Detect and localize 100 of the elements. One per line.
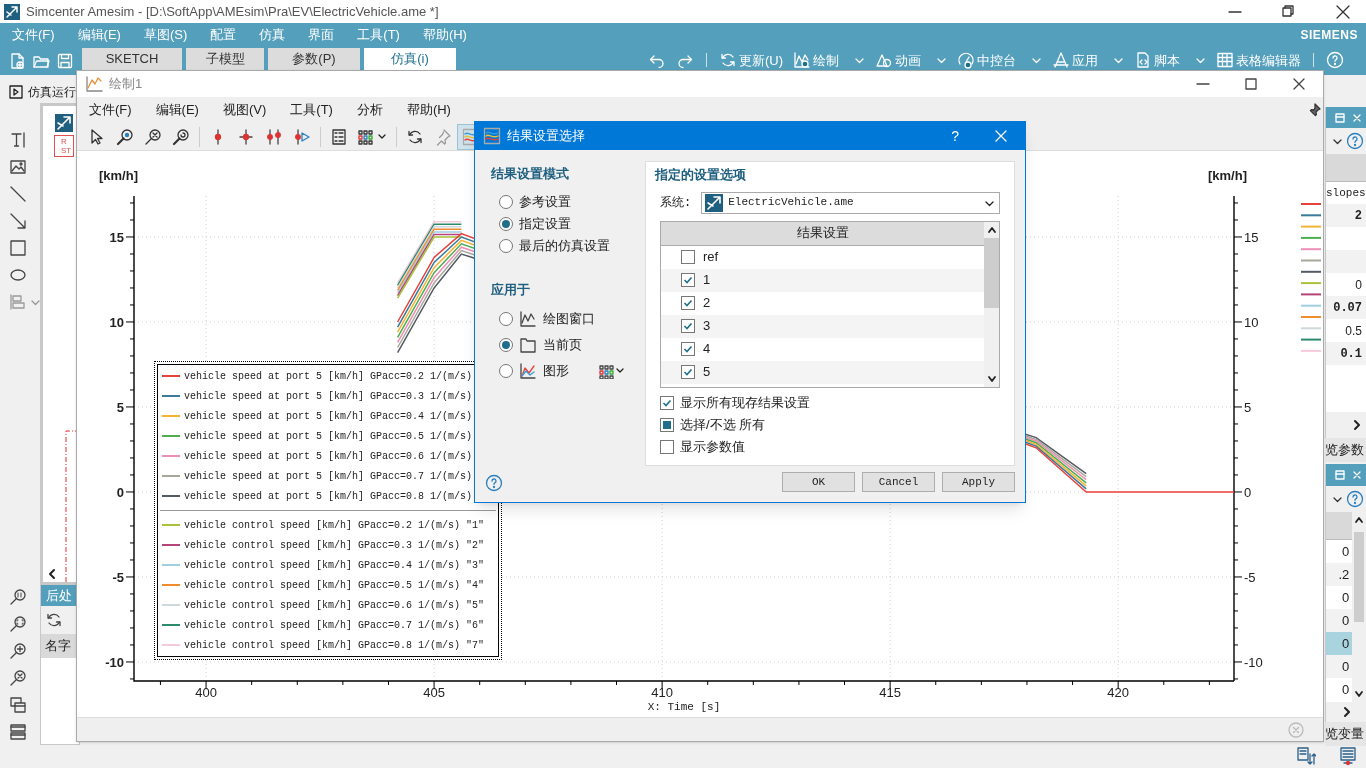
radio-button[interactable] — [499, 216, 513, 231]
grid-icon[interactable] — [599, 362, 615, 379]
menu-item[interactable]: 分析 — [356, 100, 383, 120]
list-item-label[interactable]: 1 — [703, 270, 711, 290]
radio-label[interactable]: 指定设置 — [519, 213, 571, 234]
save-icon[interactable] — [56, 52, 74, 70]
scroll-right-icon[interactable] — [1342, 706, 1352, 718]
dock-icon[interactable] — [1334, 469, 1346, 481]
list-icon[interactable] — [1338, 746, 1358, 766]
panel-tab[interactable]: 览参数 — [1325, 438, 1366, 462]
radio-label[interactable]: 绘图窗口 — [543, 308, 595, 329]
radio-button[interactable] — [499, 363, 513, 378]
radio-button[interactable] — [499, 311, 513, 326]
check-icon — [683, 321, 693, 331]
checkbox[interactable] — [660, 395, 674, 410]
checkbox-label[interactable]: 选择/不选 所有 — [680, 414, 766, 435]
checkbox[interactable] — [681, 365, 695, 379]
ellipse-tool-icon[interactable] — [9, 266, 27, 284]
dock-icon[interactable] — [1334, 111, 1346, 124]
table-cell-text: 0.1 — [1340, 345, 1362, 363]
scroll-right-icon[interactable] — [1352, 419, 1362, 431]
checkbox[interactable] — [681, 250, 695, 264]
zoom-in-icon[interactable] — [9, 642, 27, 660]
menu-item[interactable]: 视图(V) — [222, 100, 267, 120]
windows-icon[interactable] — [9, 696, 27, 714]
compass-icon — [1052, 51, 1071, 70]
menu-item[interactable]: 编辑(E) — [155, 100, 199, 120]
zoom-close-icon[interactable] — [9, 669, 27, 687]
help-icon[interactable] — [485, 474, 503, 492]
ribbon-tab[interactable]: 参数(P) — [268, 48, 360, 70]
radio-label[interactable]: 最后的仿真设置 — [519, 235, 610, 256]
list-item-label[interactable]: ref — [703, 247, 719, 267]
radio-label[interactable]: 当前页 — [543, 334, 582, 355]
legend-label: vehicle control speed [km/h] GPacc=0.4 1/(m/s) "3" — [184, 558, 485, 573]
menu-item[interactable]: 文件(F) — [89, 100, 132, 120]
help-icon[interactable] — [1346, 490, 1364, 508]
scrollbar[interactable] — [984, 221, 999, 387]
help-button[interactable]: ? — [951, 125, 959, 147]
radio-label[interactable]: 图形 — [543, 360, 569, 381]
new-file-icon[interactable] — [8, 52, 26, 70]
chart-icon — [793, 51, 812, 70]
play-icon[interactable] — [8, 84, 24, 100]
ribbon-tab[interactable]: 仿真(i) — [364, 48, 456, 70]
arrow-tool-icon[interactable] — [9, 212, 27, 230]
window-title: Simcenter Amesim - [D:\SoftApp\AMEsim\Pra\EV\ElectricVehicle.ame *] — [26, 2, 439, 21]
panel-label[interactable]: 仿真运行 — [28, 83, 76, 101]
component-block[interactable]: R ST — [54, 135, 74, 157]
list-item-label[interactable]: 2 — [703, 293, 711, 313]
list-item-label[interactable]: 5 — [703, 362, 711, 382]
radio-button[interactable] — [499, 238, 513, 253]
zoom-fit-icon[interactable] — [9, 615, 27, 633]
checkbox[interactable] — [681, 342, 695, 356]
panel-tab[interactable]: 览变量 — [1325, 722, 1366, 746]
dialog-button[interactable]: Cancel — [862, 472, 935, 492]
table-row[interactable]: .2 — [1326, 563, 1353, 586]
dialog-button[interactable]: OK — [782, 472, 855, 492]
check-icon — [683, 275, 693, 285]
model-logo-icon — [55, 114, 73, 132]
help-icon[interactable] — [1346, 132, 1364, 150]
pin-icon[interactable] — [1307, 103, 1321, 117]
list-item-label[interactable]: 3 — [703, 316, 711, 336]
checkbox[interactable] — [660, 417, 674, 432]
zoom-actual-icon[interactable] — [9, 588, 27, 606]
system-dropdown[interactable]: ElectricVehicle.ame — [701, 191, 1000, 214]
sort-icon[interactable] — [1296, 746, 1316, 766]
ribbon-tab[interactable]: SKETCH — [82, 48, 182, 70]
tick-label: 10 — [109, 314, 124, 330]
dialog-button[interactable]: Apply — [942, 472, 1015, 492]
radio-label[interactable]: 参考设置 — [519, 191, 571, 212]
menu-item[interactable]: 工具(T) — [290, 100, 333, 120]
radio-button[interactable] — [499, 194, 513, 209]
checkbox[interactable] — [681, 273, 695, 287]
maximize-icon[interactable] — [1243, 76, 1259, 92]
ribbon-tab[interactable]: 子模型 — [186, 48, 264, 70]
checkbox-label[interactable]: 显示所有现存结果设置 — [680, 392, 810, 413]
text-tool-icon[interactable] — [9, 131, 27, 149]
menu-item[interactable]: 帮助(H) — [406, 100, 451, 120]
legend-label: vehicle speed at port 5 [km/h] GPacc=0.4 1/(m/s) — [184, 409, 473, 424]
table-row[interactable]: 0 — [1326, 632, 1353, 655]
table-row[interactable]: 0 — [1326, 609, 1353, 632]
tick-label: 405 — [423, 685, 445, 700]
tick-label: -10 — [105, 654, 124, 670]
checkbox-label[interactable]: 显示参数值 — [680, 436, 745, 457]
panels-icon[interactable] — [9, 723, 27, 741]
refresh-icon[interactable] — [45, 611, 63, 629]
line-tool-icon[interactable] — [9, 185, 27, 203]
close-icon[interactable] — [1291, 76, 1307, 92]
checkbox[interactable] — [660, 439, 674, 454]
table-row[interactable]: 0 — [1326, 655, 1353, 678]
list-item-label[interactable]: 4 — [703, 339, 711, 359]
rectangle-tool-icon[interactable] — [9, 239, 27, 257]
column-header — [1326, 512, 1353, 540]
image-tool-icon[interactable] — [9, 158, 27, 176]
checkbox[interactable] — [681, 319, 695, 333]
legend-label: vehicle speed at port 5 [km/h] GPacc=0.6 1/(m/s) — [184, 449, 473, 464]
checkbox[interactable] — [681, 296, 695, 310]
scroll-left-icon[interactable] — [47, 568, 57, 580]
tick-label: 15 — [1244, 229, 1259, 245]
radio-button[interactable] — [499, 337, 513, 352]
tick-label: 5 — [116, 399, 124, 415]
